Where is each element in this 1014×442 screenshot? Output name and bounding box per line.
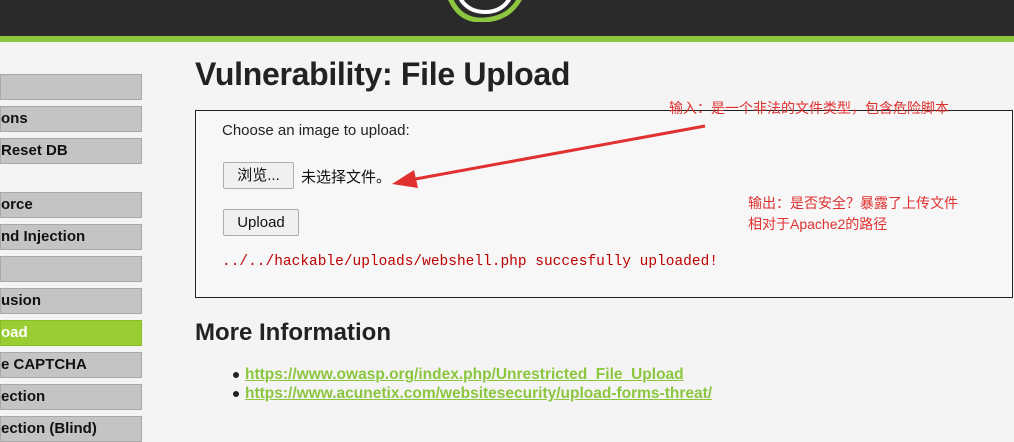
more-information-heading: More Information bbox=[195, 319, 391, 346]
sidebar-item-label: ection bbox=[1, 388, 46, 405]
sidebar-item-label: usion bbox=[1, 292, 41, 309]
input-annotation: 输入：是一个非法的文件类型，包含危险脚本 bbox=[669, 100, 949, 116]
sidebar-item-label: orce bbox=[1, 196, 33, 213]
file-status-text: 未选择文件。 bbox=[301, 169, 392, 186]
sidebar-item-file-upload[interactable]: oad bbox=[0, 320, 142, 346]
bullet-icon bbox=[233, 372, 239, 378]
dvwa-logo bbox=[440, 0, 530, 22]
sidebar-item-instructions[interactable]: ons bbox=[0, 106, 142, 132]
sidebar-item-command-injection[interactable]: nd Injection bbox=[0, 224, 142, 250]
output-annotation-line2: 相对于Apache2的路径 bbox=[748, 216, 888, 232]
bullet-icon bbox=[233, 391, 239, 397]
sidebar-item-sql-injection[interactable]: ection bbox=[0, 384, 142, 410]
sidebar-item-label: e CAPTCHA bbox=[1, 356, 87, 373]
browse-file-button[interactable]: 浏览... bbox=[223, 162, 294, 189]
sidebar-item-brute-force[interactable]: orce bbox=[0, 192, 142, 218]
upload-result-message: ../../hackable/uploads/webshell.php succ… bbox=[222, 254, 718, 270]
sidebar-item[interactable] bbox=[0, 74, 142, 100]
header bbox=[0, 0, 1014, 36]
sidebar-item-reset-db[interactable]: Reset DB bbox=[0, 138, 142, 164]
page-title: Vulnerability: File Upload bbox=[195, 56, 571, 92]
sidebar-item-label: Reset DB bbox=[1, 142, 68, 159]
owasp-link[interactable]: https://www.owasp.org/index.php/Unrestri… bbox=[245, 366, 684, 384]
header-accent-bar bbox=[0, 36, 1014, 42]
sidebar-item-file-inclusion[interactable]: usion bbox=[0, 288, 142, 314]
acunetix-link[interactable]: https://www.acunetix.com/websitesecurity… bbox=[245, 385, 712, 403]
sidebar-item-insecure-captcha[interactable]: e CAPTCHA bbox=[0, 352, 142, 378]
sidebar-item-label: nd Injection bbox=[1, 228, 86, 245]
sidebar-menu: ons Reset DB orce nd Injection usion oad… bbox=[0, 42, 150, 442]
sidebar-item-label: oad bbox=[1, 324, 28, 341]
sidebar-item-csrf[interactable] bbox=[0, 256, 142, 282]
sidebar-item-sql-injection-blind[interactable]: ection (Blind) bbox=[0, 416, 142, 442]
sidebar-item-label: ection (Blind) bbox=[1, 420, 97, 437]
upload-button[interactable]: Upload bbox=[223, 209, 299, 236]
output-annotation-line1: 输出：是否安全？暴露了上传文件 bbox=[748, 195, 958, 211]
annotation-arrow-icon bbox=[392, 124, 706, 188]
sidebar-item-label: ons bbox=[1, 110, 28, 127]
